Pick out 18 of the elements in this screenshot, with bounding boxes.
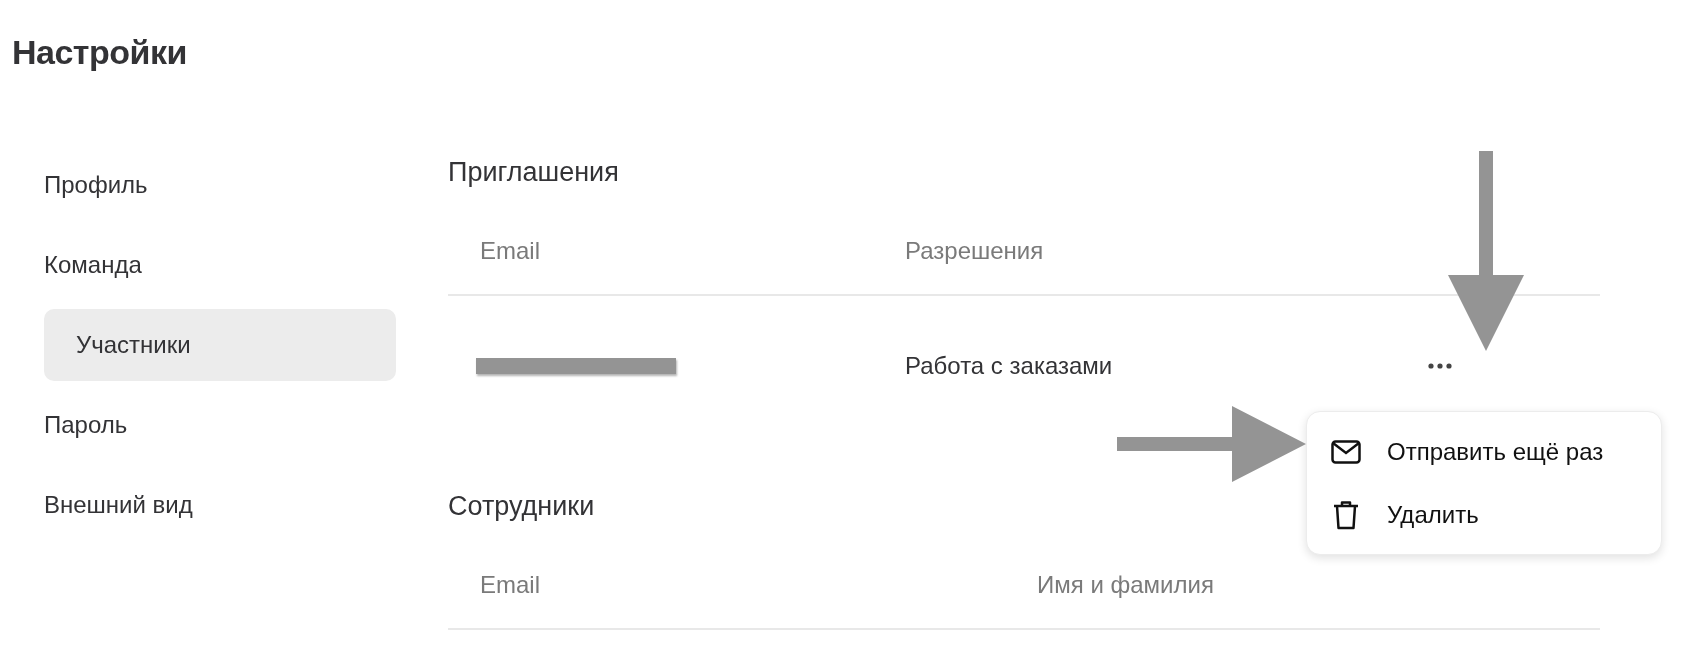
trash-icon [1331, 499, 1361, 530]
sidebar-item[interactable]: Внешний вид [44, 469, 396, 541]
menu-item[interactable]: Отправить ещё раз [1307, 420, 1661, 483]
column-header: Email [479, 237, 541, 265]
column-header: Имя и фамилия [1037, 571, 1215, 599]
envelope-icon [1331, 439, 1361, 464]
section-title: Сотрудники [448, 490, 595, 523]
column-header: Email [479, 571, 541, 599]
sidebar-item[interactable]: Профиль [44, 149, 396, 221]
column-header: Разрешения [905, 237, 1045, 265]
menu-item[interactable]: Удалить [1307, 483, 1661, 546]
section-title: Приглашения [448, 156, 619, 189]
table-cell-text: Работа с заказами [905, 352, 1114, 380]
page-title: Настройки [11, 32, 188, 73]
sidebar-item[interactable]: Пароль [44, 389, 396, 461]
sidebar-item[interactable]: Участники [44, 309, 396, 381]
sidebar-item[interactable]: Команда [44, 229, 396, 301]
dots-icon [1428, 363, 1452, 369]
